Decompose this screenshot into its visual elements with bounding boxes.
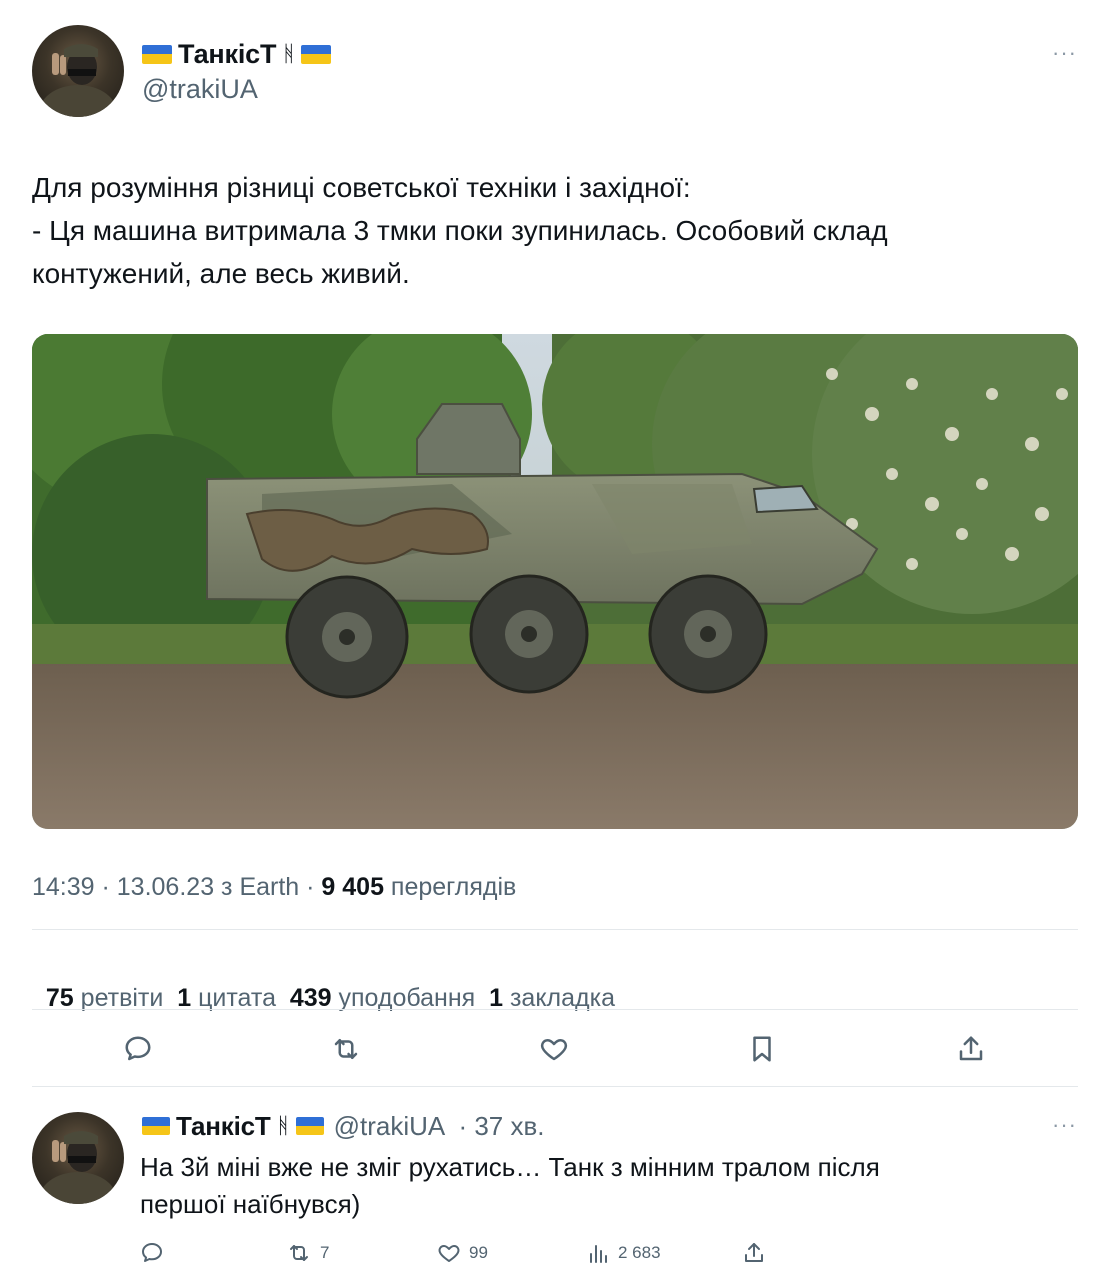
- reply-header: ТанкісТ ᚻ @trakiUA · 37 хв.: [142, 1110, 545, 1142]
- avatar-image: [38, 1131, 118, 1204]
- engagement-stats: 75 ретвіти 1 цитата 439 уподобання 1 зак…: [32, 955, 615, 1013]
- retweets-count[interactable]: 75: [46, 984, 74, 1012]
- reply-icon: [142, 1243, 162, 1262]
- reply-author-handle[interactable]: @trakiUA: [334, 1111, 446, 1142]
- retweets-label[interactable]: ретвіти: [74, 984, 178, 1012]
- author-name: ТанкісТ: [178, 38, 277, 69]
- ukraine-flag-icon: [142, 1117, 170, 1135]
- reply-views-count: 2 683: [618, 1243, 661, 1262]
- reply-text-line: На 3й міні вже не зміг рухатись… Танк з …: [140, 1152, 880, 1182]
- bookmarks-count[interactable]: 1: [489, 984, 503, 1012]
- avatar-image: [38, 44, 118, 117]
- reply-more-options-icon[interactable]: ···: [1052, 1112, 1077, 1138]
- reply-like-button[interactable]: 99: [437, 1241, 488, 1265]
- reply-time[interactable]: · 37 хв.: [451, 1111, 544, 1142]
- reply-author-avatar[interactable]: [32, 1112, 124, 1204]
- reply-reply-button[interactable]: [140, 1241, 164, 1265]
- ukraine-flag-icon: [142, 44, 172, 64]
- ukraine-flag-icon: [301, 44, 332, 64]
- reply-like-count: 99: [469, 1243, 488, 1262]
- reply-button[interactable]: [118, 1029, 158, 1069]
- retweet-button[interactable]: [326, 1029, 366, 1069]
- retweet-icon: [334, 1039, 358, 1059]
- author-avatar[interactable]: [32, 25, 124, 117]
- rune-symbol: ᚻ: [276, 1113, 290, 1138]
- tweet-text-line: - Ця машина витримала 3 тмки поки зупини…: [32, 215, 888, 246]
- armored-vehicle-photo: [32, 334, 1078, 829]
- rune-symbol: ᚻ: [282, 41, 296, 66]
- tweet-text-line: контужений, але весь живий.: [32, 258, 410, 289]
- author-handle[interactable]: @trakiUA: [142, 74, 258, 105]
- views-label: переглядів: [383, 873, 517, 901]
- tweet-timestamp[interactable]: 14:39 · 13.06.23 з Earth ·: [32, 873, 321, 901]
- author-name-line[interactable]: ТанкісТ ᚻ: [142, 38, 332, 70]
- divider: [32, 1086, 1078, 1087]
- likes-count[interactable]: 439: [290, 984, 332, 1012]
- retweet-icon: [290, 1245, 308, 1261]
- reply-retweet-count: 7: [320, 1243, 330, 1262]
- tweet-photo[interactable]: [32, 334, 1078, 829]
- tweet-meta: 14:39 · 13.06.23 з Earth · 9 405 перегля…: [32, 873, 516, 902]
- reply-share-button[interactable]: [742, 1241, 766, 1265]
- reply-retweet-button[interactable]: 7: [286, 1241, 329, 1265]
- bookmark-button[interactable]: [742, 1029, 782, 1069]
- like-icon: [540, 1039, 568, 1061]
- reply-author-name[interactable]: ТанкісТ: [176, 1111, 271, 1142]
- views-count: 9 405: [321, 873, 384, 901]
- reply-views-button[interactable]: 2 683: [586, 1241, 661, 1265]
- like-button[interactable]: [534, 1029, 574, 1069]
- tweet-text-line: Для розуміння різниці советської техніки…: [32, 172, 691, 203]
- reply-text: На 3й міні вже не зміг рухатись… Танк з …: [140, 1149, 1080, 1223]
- divider: [32, 1009, 1078, 1010]
- bookmark-icon: [753, 1036, 771, 1062]
- likes-label[interactable]: уподобання: [332, 984, 490, 1012]
- quotes-label[interactable]: цитата: [191, 984, 290, 1012]
- reply-icon: [125, 1036, 151, 1061]
- tweet-text: Для розуміння різниці советської техніки…: [32, 166, 1082, 295]
- more-options-icon[interactable]: ···: [1052, 40, 1077, 66]
- reply-text-line: першої наїбнувся): [140, 1189, 361, 1219]
- share-icon: [745, 1243, 763, 1262]
- share-button[interactable]: [951, 1029, 991, 1069]
- share-icon: [959, 1036, 983, 1061]
- divider: [32, 929, 1078, 930]
- like-icon: [438, 1245, 460, 1262]
- views-icon: [590, 1245, 607, 1263]
- bookmarks-label[interactable]: закладка: [503, 984, 615, 1012]
- ukraine-flag-icon: [295, 1117, 324, 1135]
- quotes-count[interactable]: 1: [177, 984, 191, 1012]
